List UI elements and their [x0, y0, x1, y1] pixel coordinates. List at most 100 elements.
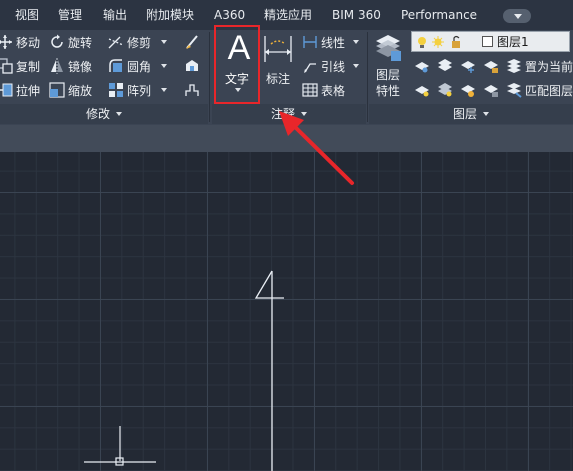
linear-dimension-icon	[302, 34, 318, 50]
copy-icon	[0, 58, 13, 74]
layer-off-button[interactable]	[414, 55, 433, 77]
stretch-label: 拉伸	[16, 83, 41, 98]
erase-button[interactable]	[184, 31, 203, 53]
drawn-digit-four[interactable]	[254, 270, 284, 299]
erase-icon	[184, 34, 200, 50]
layer-lock-button[interactable]	[483, 55, 502, 77]
layer-on-button[interactable]	[414, 79, 433, 101]
tab-bim360[interactable]: BIM 360	[332, 0, 381, 30]
layer-unlock-button[interactable]	[483, 79, 502, 101]
panel-separator	[209, 32, 210, 122]
layer-isolate-icon	[437, 58, 453, 74]
crosshair-cursor-icon	[84, 426, 156, 466]
tab-featured-apps[interactable]: 精选应用	[264, 0, 312, 30]
leader-label: 引线	[321, 59, 346, 74]
dimension-label: 标注	[265, 72, 290, 86]
panel-separator	[367, 32, 368, 122]
modify-panel-title[interactable]: 修改	[0, 105, 208, 122]
tab-manage[interactable]: 管理	[58, 0, 82, 30]
match-layer-icon	[506, 82, 522, 98]
leader-dropdown-icon[interactable]	[353, 64, 360, 68]
tab-addins[interactable]: 附加模块	[146, 0, 194, 30]
layer-thaw-button[interactable]	[460, 79, 479, 101]
tab-view[interactable]: 视图	[15, 0, 39, 30]
explode-icon	[184, 58, 200, 74]
autocad-window: 视图 管理 输出 附加模块 A360 精选应用 BIM 360 Performa…	[0, 0, 573, 471]
ribbon-panel: 移动 复制 拉伸 旋转 镜像 缩放 修剪 圆角 阵列 修改 A 文字 标注 线性…	[0, 25, 573, 125]
layer-off-icon	[414, 58, 430, 74]
tab-overflow-dropdown[interactable]	[503, 9, 531, 23]
table-label: 表格	[321, 83, 346, 98]
layer-properties-icon	[376, 35, 401, 61]
fillet-dropdown-icon[interactable]	[161, 64, 168, 68]
layer-on-icon	[414, 82, 430, 98]
ribbon-tab-bar: 视图 管理 输出 附加模块 A360 精选应用 BIM 360 Performa…	[0, 0, 573, 30]
layer-state-icons	[418, 35, 460, 48]
array-dropdown-icon[interactable]	[161, 88, 168, 92]
trim-icon	[108, 34, 124, 50]
trim-button[interactable]: 修剪	[108, 31, 168, 53]
layer-dropdown[interactable]: 图层1	[411, 31, 570, 52]
fillet-icon	[108, 58, 124, 74]
layer-lock-icon	[483, 58, 499, 74]
set-current-layer-icon	[506, 58, 522, 74]
scale-icon	[49, 82, 65, 98]
file-tab-strip	[0, 125, 573, 152]
layer-properties-label: 图层 特性	[375, 68, 400, 98]
layer-properties-button[interactable]: 图层 特性	[370, 31, 406, 101]
dimension-button[interactable]: 标注	[262, 32, 294, 92]
current-layer-name: 图层1	[497, 35, 529, 49]
layer-freeze-button[interactable]	[460, 55, 479, 77]
match-layer-button[interactable]: 匹配图层	[506, 79, 573, 101]
array-button[interactable]: 阵列	[108, 79, 168, 101]
table-button[interactable]: 表格	[302, 79, 345, 101]
layer-unisolate-button[interactable]	[437, 79, 456, 101]
drawing-canvas[interactable]	[0, 152, 573, 471]
explode-button[interactable]	[184, 55, 203, 77]
copy-button[interactable]: 复制	[0, 55, 40, 77]
rotate-icon	[49, 34, 65, 50]
layer-unlock-icon	[483, 82, 499, 98]
layer-isolate-button[interactable]	[437, 55, 456, 77]
drawing-content	[84, 270, 284, 471]
array-icon	[108, 82, 124, 98]
offset-button[interactable]	[184, 79, 203, 101]
stretch-icon	[0, 82, 13, 98]
scale-button[interactable]: 缩放	[49, 79, 92, 101]
text-dropdown-icon[interactable]	[235, 88, 241, 92]
linear-dimension-button[interactable]: 线性	[302, 31, 360, 53]
layer-unisolate-icon	[437, 82, 453, 98]
set-current-layer-label: 置为当前	[525, 59, 573, 74]
linear-dimension-label: 线性	[321, 35, 346, 50]
fillet-label: 圆角	[127, 59, 152, 74]
text-icon: A	[227, 29, 251, 67]
dimension-icon	[264, 36, 292, 62]
rotate-label: 旋转	[68, 35, 93, 50]
stretch-button[interactable]: 拉伸	[0, 79, 40, 101]
text-label: 文字	[224, 72, 249, 86]
text-button[interactable]: A 文字	[214, 25, 260, 104]
layers-panel-title[interactable]: 图层	[369, 105, 573, 122]
mirror-icon	[49, 58, 65, 74]
layer-freeze-icon	[460, 58, 476, 74]
match-layer-label: 匹配图层	[525, 83, 573, 98]
move-icon	[0, 34, 13, 50]
leader-icon	[302, 58, 318, 74]
table-icon	[302, 82, 318, 98]
trim-dropdown-icon[interactable]	[161, 40, 168, 44]
rotate-button[interactable]: 旋转	[49, 31, 92, 53]
layer-color-swatch	[482, 36, 493, 47]
move-button[interactable]: 移动	[0, 31, 40, 53]
array-label: 阵列	[127, 83, 152, 98]
mirror-button[interactable]: 镜像	[49, 55, 92, 77]
set-current-layer-button[interactable]: 置为当前	[506, 55, 573, 77]
move-label: 移动	[16, 35, 41, 50]
linear-dropdown-icon[interactable]	[353, 40, 360, 44]
scale-label: 缩放	[68, 83, 93, 98]
annotation-panel-title[interactable]: 注释	[212, 105, 366, 122]
fillet-button[interactable]: 圆角	[108, 55, 168, 77]
copy-label: 复制	[16, 59, 41, 74]
tab-performance[interactable]: Performance	[401, 0, 477, 30]
tab-output[interactable]: 输出	[103, 0, 127, 30]
leader-button[interactable]: 引线	[302, 55, 360, 77]
